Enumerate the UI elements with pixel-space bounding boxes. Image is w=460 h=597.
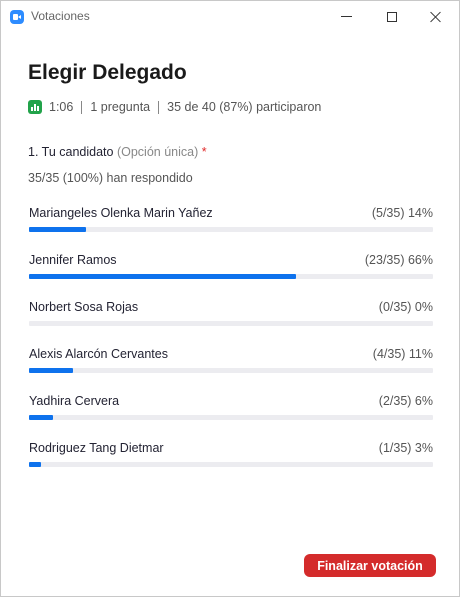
result-bar-track xyxy=(29,274,433,279)
maximize-button[interactable] xyxy=(369,1,415,32)
result-bar-track xyxy=(29,415,433,420)
close-button[interactable] xyxy=(413,1,459,32)
result-bar-track xyxy=(29,321,433,326)
question-count: 1 pregunta xyxy=(90,100,151,114)
divider xyxy=(158,100,160,114)
poll-meta: 1:06 1 pregunta 35 de 40 (87%) participa… xyxy=(28,100,321,114)
question-type: (Opción única) xyxy=(116,145,199,159)
option-result: (2/35) 6% xyxy=(378,394,433,408)
option-row: Mariangeles Olenka Marin Yañez (5/35) 14… xyxy=(29,206,433,253)
bar-chart-icon xyxy=(28,100,42,114)
minimize-icon xyxy=(340,16,352,17)
option-row: Jennifer Ramos (23/35) 66% xyxy=(29,253,433,300)
result-bar-fill xyxy=(29,227,86,232)
required-mark: * xyxy=(201,145,207,159)
poll-duration: 1:06 xyxy=(49,100,74,114)
option-name: Mariangeles Olenka Marin Yañez xyxy=(29,206,213,220)
option-name: Yadhira Cervera xyxy=(29,394,120,408)
end-poll-button[interactable]: Finalizar votación xyxy=(304,554,436,577)
option-row: Alexis Alarcón Cervantes (4/35) 11% xyxy=(29,347,433,394)
participation: 35 de 40 (87%) participaron xyxy=(167,100,322,114)
option-result: (5/35) 14% xyxy=(371,206,433,220)
option-result: (1/35) 3% xyxy=(378,441,433,455)
result-bar-fill xyxy=(29,462,42,467)
option-result: (0/35) 0% xyxy=(378,300,433,314)
option-row: Rodriguez Tang Dietmar (1/35) 3% xyxy=(29,441,433,488)
poll-window: Votaciones Elegir Delegado 1:06 1 pregun… xyxy=(0,0,460,597)
option-result: (4/35) 11% xyxy=(372,347,433,361)
divider xyxy=(81,100,83,114)
question-text: 1. Tu candidato xyxy=(28,145,114,159)
poll-title: Elegir Delegado xyxy=(28,61,187,84)
answered-count: 35/35 (100%) han respondido xyxy=(28,171,193,185)
close-icon xyxy=(430,11,442,23)
option-name: Alexis Alarcón Cervantes xyxy=(29,347,168,361)
zoom-camera-icon xyxy=(10,10,24,24)
result-bar-track xyxy=(29,462,433,467)
result-bar-fill xyxy=(29,415,54,420)
option-name: Rodriguez Tang Dietmar xyxy=(29,441,164,455)
title-bar: Votaciones xyxy=(1,1,459,32)
result-bar-fill xyxy=(29,274,296,279)
option-name: Jennifer Ramos xyxy=(29,253,117,267)
result-bar-track xyxy=(29,368,433,373)
option-result: (23/35) 66% xyxy=(364,253,433,267)
minimize-button[interactable] xyxy=(323,1,369,32)
options-list: Mariangeles Olenka Marin Yañez (5/35) 14… xyxy=(29,206,433,488)
window-title: Votaciones xyxy=(31,9,90,23)
result-bar-fill xyxy=(29,368,74,373)
question-label: 1. Tu candidato (Opción única) * xyxy=(28,145,207,159)
result-bar-track xyxy=(29,227,433,232)
option-row: Norbert Sosa Rojas (0/35) 0% xyxy=(29,300,433,347)
option-row: Yadhira Cervera (2/35) 6% xyxy=(29,394,433,441)
maximize-icon xyxy=(387,11,397,22)
option-name: Norbert Sosa Rojas xyxy=(29,300,139,314)
